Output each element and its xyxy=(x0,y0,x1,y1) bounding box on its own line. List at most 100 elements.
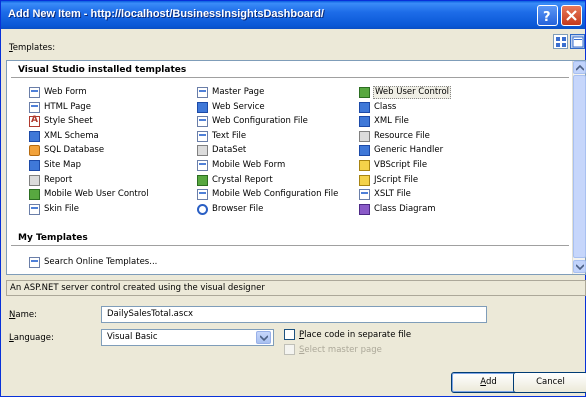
template-item[interactable]: VBScript File xyxy=(359,159,428,172)
search-online-icon xyxy=(29,257,40,268)
template-item[interactable]: XSLT File xyxy=(359,188,412,201)
template-item-search-online[interactable]: Search Online Templates... xyxy=(29,256,158,269)
template-item[interactable]: Web Service xyxy=(197,101,266,114)
template-item-label: Search Online Templates... xyxy=(44,257,158,267)
template-item[interactable]: Mobile Web Form xyxy=(197,159,286,172)
mobile-web-form-icon xyxy=(197,160,208,171)
close-button[interactable] xyxy=(561,5,582,26)
web-form-icon xyxy=(29,87,40,98)
language-select[interactable]: Visual Basic xyxy=(101,329,274,346)
group-header-installed: Visual Studio installed templates xyxy=(18,65,187,75)
template-item[interactable]: Text File xyxy=(197,130,247,143)
generic-handler-icon xyxy=(359,145,370,157)
template-item[interactable]: Site Map xyxy=(29,159,82,172)
template-item[interactable]: XML File xyxy=(359,115,410,128)
group-divider xyxy=(11,245,569,246)
templates-list[interactable]: Visual Studio installed templates Web Fo… xyxy=(6,60,586,275)
resource-file-icon xyxy=(359,130,370,142)
large-icons-icon xyxy=(556,37,566,47)
place-code-checkbox[interactable] xyxy=(284,329,295,340)
template-item-label: Class xyxy=(374,101,397,112)
template-item[interactable]: SQL Database xyxy=(29,144,105,157)
template-item[interactable]: Mobile Web Configuration File xyxy=(197,188,339,201)
name-input[interactable]: DailySalesTotal.ascx xyxy=(101,306,487,323)
name-label-text: ame: xyxy=(15,310,37,320)
template-item-label: XSLT File xyxy=(374,189,411,200)
select-master-page-label: Select master page xyxy=(299,345,382,355)
template-item-label: Style Sheet xyxy=(44,116,93,127)
template-item[interactable]: Report xyxy=(29,174,73,187)
small-icons-view-button[interactable] xyxy=(570,34,585,49)
template-item[interactable]: HTML Page xyxy=(29,101,92,114)
template-item[interactable]: JScript File xyxy=(359,174,419,187)
template-item[interactable]: Mobile Web User Control xyxy=(29,188,150,201)
language-label-text: anguage: xyxy=(13,333,54,343)
templates-scrollbar[interactable] xyxy=(572,61,586,274)
chevron-up-icon xyxy=(576,65,584,71)
templates-label-text: emplates: xyxy=(12,43,56,53)
web-configuration-file-icon xyxy=(197,116,208,128)
site-map-icon xyxy=(29,160,40,171)
xslt-file-icon xyxy=(359,189,370,201)
title-bar[interactable]: Add New Item - http://localhost/Business… xyxy=(1,1,585,29)
template-item-label: Mobile Web Configuration File xyxy=(212,189,339,200)
class-diagram-icon xyxy=(359,203,370,215)
select-master-page-checkbox[interactable] xyxy=(284,344,295,355)
scroll-thumb[interactable] xyxy=(573,75,586,258)
report-icon xyxy=(29,174,40,186)
template-item-label: Report xyxy=(44,174,73,185)
template-item[interactable]: Master Page xyxy=(197,86,265,99)
dataset-icon xyxy=(197,145,208,157)
place-code-label[interactable]: Place code in separate file xyxy=(299,330,411,340)
add-new-item-dialog: Add New Item - http://localhost/Business… xyxy=(0,0,586,397)
large-icons-view-button[interactable] xyxy=(553,34,568,49)
template-item-label: Site Map xyxy=(44,160,81,170)
template-item[interactable]: Class Diagram xyxy=(359,203,437,216)
template-item-label: Web User Control xyxy=(373,86,452,99)
template-item[interactable]: Skin File xyxy=(29,203,80,216)
xml-file-icon xyxy=(359,116,370,128)
vbscript-file-icon xyxy=(359,160,370,171)
template-item[interactable]: Class xyxy=(359,101,397,114)
templates-label: Templates: xyxy=(9,43,55,53)
template-item-label: Web Configuration File xyxy=(212,116,308,127)
question-icon: ? xyxy=(543,10,551,25)
template-item[interactable]: Web Form xyxy=(29,86,88,99)
text-file-icon xyxy=(197,130,208,142)
template-item[interactable]: Web User Control xyxy=(359,86,452,99)
sql-database-icon xyxy=(29,145,40,157)
template-item-label: VBScript File xyxy=(374,160,428,170)
mobile-web-configuration-file-icon xyxy=(197,189,208,201)
web-user-control-icon xyxy=(359,87,370,98)
web-service-icon xyxy=(197,101,208,113)
template-item[interactable]: Resource File xyxy=(359,130,431,143)
scroll-up-button[interactable] xyxy=(573,61,586,74)
browser-file-icon xyxy=(197,203,208,215)
language-dropdown-button[interactable] xyxy=(256,331,271,344)
template-item[interactable]: Style Sheet xyxy=(29,115,94,128)
chevron-down-icon xyxy=(576,264,584,270)
style-sheet-icon xyxy=(29,115,40,128)
close-icon xyxy=(566,10,577,21)
template-item-label: DataSet xyxy=(212,145,247,156)
mobile-web-user-control-icon xyxy=(29,189,40,201)
template-item-label: Web Form xyxy=(44,87,87,97)
template-item-label: SQL Database xyxy=(44,145,105,156)
template-item-label: Mobile Web Form xyxy=(212,160,286,170)
group-divider xyxy=(11,77,569,78)
scroll-down-button[interactable] xyxy=(573,260,586,273)
template-item[interactable]: Web Configuration File xyxy=(197,115,309,128)
template-item-label: Browser File xyxy=(212,203,264,214)
help-button[interactable]: ? xyxy=(537,5,558,26)
template-item-label: XML Schema xyxy=(44,130,99,141)
template-item[interactable]: Browser File xyxy=(197,203,264,216)
template-item[interactable]: Generic Handler xyxy=(359,144,444,157)
template-item-label: Web Service xyxy=(212,101,265,112)
template-item[interactable]: DataSet xyxy=(197,144,247,157)
cancel-button[interactable]: Cancel xyxy=(513,372,586,393)
svg-text:?: ? xyxy=(543,10,551,25)
template-item[interactable]: XML Schema xyxy=(29,130,100,143)
name-label: Name: xyxy=(9,310,37,320)
template-item-label: XML File xyxy=(374,116,409,127)
template-item[interactable]: Crystal Report xyxy=(197,174,274,187)
